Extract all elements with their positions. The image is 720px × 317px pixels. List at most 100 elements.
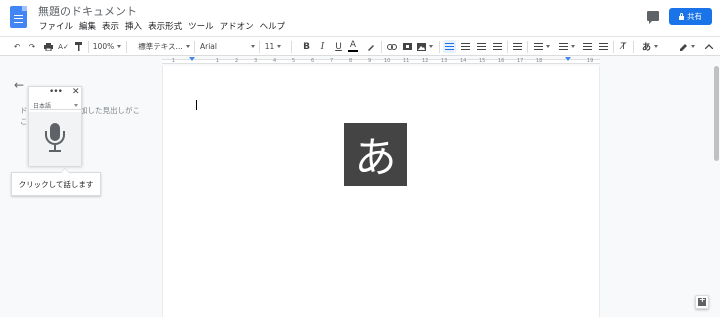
undo-icon[interactable]: ↶ <box>12 40 22 53</box>
scrollbar-thumb[interactable] <box>714 66 719 161</box>
lock-icon <box>679 12 684 20</box>
clear-formatting-icon[interactable]: T̸ <box>618 40 629 53</box>
ruler-label: 14 <box>460 58 467 64</box>
menu-edit[interactable]: 編集 <box>76 20 99 32</box>
separator <box>439 41 440 53</box>
ime-indicator: あ <box>344 123 407 186</box>
ruler-label: 2 <box>235 58 239 64</box>
text-color-button[interactable]: A <box>348 40 358 52</box>
google-docs-window: 無題のドキュメント ファイル 編集 表示 挿入 表示形式 ツール アドオン ヘル… <box>0 0 720 317</box>
menubar: ファイル 編集 表示 挿入 表示形式 ツール アドオン ヘルプ <box>36 20 288 32</box>
redo-icon[interactable]: ↷ <box>27 40 37 53</box>
microphone-button[interactable] <box>29 112 81 166</box>
comment-icon[interactable] <box>647 11 659 24</box>
style-value: 標準テキス... <box>138 42 183 51</box>
voice-typing-tooltip: クリックして話します <box>11 168 101 196</box>
ruler-label: 5 <box>292 58 296 64</box>
link-icon[interactable] <box>386 40 397 53</box>
ruler-label: 11 <box>403 58 410 64</box>
font-value: Arial <box>200 42 217 51</box>
ruler: 1 1 2 3 4 5 6 7 8 9 10 11 12 13 14 15 16… <box>162 56 600 66</box>
separator <box>633 41 634 53</box>
ruler-label: 12 <box>422 58 429 64</box>
menu-tools[interactable]: ツール <box>185 20 217 32</box>
vertical-scrollbar[interactable] <box>712 66 720 317</box>
separator <box>613 41 614 53</box>
justify-icon[interactable] <box>491 40 504 53</box>
close-icon[interactable]: ✕ <box>72 87 80 97</box>
bulleted-list-icon[interactable] <box>557 40 577 53</box>
menu-format[interactable]: 表示形式 <box>145 20 185 32</box>
decrease-indent-icon[interactable] <box>582 40 593 53</box>
docs-icon[interactable] <box>10 6 27 28</box>
ruler-label: 18 <box>536 58 543 64</box>
doc-title[interactable]: 無題のドキュメント <box>38 3 137 19</box>
zoom-value: 100% <box>92 42 115 51</box>
ruler-label: 4 <box>273 58 277 64</box>
separator <box>88 41 89 53</box>
microphone-icon <box>43 121 67 157</box>
font-select[interactable]: Arial <box>200 40 255 53</box>
ruler-label: 9 <box>368 58 372 64</box>
ruler-label: 6 <box>311 58 315 64</box>
zoom-select[interactable]: 100% <box>92 40 122 53</box>
left-indent-marker[interactable] <box>189 57 195 61</box>
ruler-label: 13 <box>441 58 448 64</box>
font-size-value: 11 <box>264 42 275 51</box>
menu-insert[interactable]: 挿入 <box>122 20 145 32</box>
separator <box>507 41 508 53</box>
share-button[interactable]: 共有 <box>669 8 712 25</box>
ruler-label: 16 <box>498 58 505 64</box>
bold-button[interactable]: B <box>302 40 311 53</box>
collapse-icon[interactable] <box>703 40 715 53</box>
ruler-label: 8 <box>349 58 353 64</box>
menu-help[interactable]: ヘルプ <box>257 20 289 32</box>
highlight-pen-icon[interactable] <box>366 40 376 53</box>
document-page[interactable]: あ <box>162 66 600 317</box>
separator <box>194 41 195 53</box>
ruler-track <box>162 59 600 64</box>
input-tools-button[interactable]: あ <box>638 40 662 53</box>
numbered-list-icon[interactable] <box>532 40 552 53</box>
ruler-label: 1 <box>216 58 220 64</box>
paint-format-icon[interactable] <box>73 40 83 53</box>
ruler-label: 15 <box>479 58 486 64</box>
font-size-select[interactable]: 11 <box>262 40 284 53</box>
spellcheck-icon[interactable]: A✓ <box>58 40 69 53</box>
separator <box>126 41 127 53</box>
align-left-icon[interactable] <box>443 40 456 53</box>
style-select[interactable]: 標準テキス... <box>137 40 191 53</box>
more-icon[interactable]: ••• <box>49 87 63 97</box>
separator <box>291 41 292 53</box>
align-right-icon[interactable] <box>475 40 488 53</box>
increase-indent-icon[interactable] <box>598 40 609 53</box>
voice-typing-header: ••• ✕ <box>29 87 83 100</box>
separator <box>381 41 382 53</box>
ruler-label: 19 <box>587 58 594 64</box>
insert-image-icon[interactable] <box>416 40 434 53</box>
ruler-label: 17 <box>517 58 524 64</box>
explore-button[interactable] <box>695 295 709 309</box>
ruler-label: 7 <box>330 58 334 64</box>
pen-icon[interactable] <box>677 40 697 53</box>
menu-view[interactable]: 表示 <box>99 20 122 32</box>
explore-icon <box>698 295 706 306</box>
insert-comment-icon[interactable] <box>402 40 412 53</box>
print-icon[interactable] <box>42 40 54 53</box>
back-arrow-icon[interactable]: ← <box>14 78 24 92</box>
line-spacing-icon[interactable] <box>512 40 523 53</box>
toolbar: ↶ ↷ A✓ 100% 標準テキス... Arial 11 B I U A T̸… <box>0 36 720 56</box>
voice-language-select[interactable]: 日本語 <box>30 101 81 110</box>
menu-file[interactable]: ファイル <box>36 20 76 32</box>
ruler-label: 1 <box>172 58 176 64</box>
separator <box>259 41 260 53</box>
menu-addons[interactable]: アドオン <box>217 20 257 32</box>
right-indent-marker[interactable] <box>565 57 571 61</box>
voice-language-value: 日本語 <box>33 103 52 110</box>
align-center-icon[interactable] <box>459 40 472 53</box>
underline-button[interactable]: U <box>334 40 343 53</box>
italic-button[interactable]: I <box>318 40 327 53</box>
separator <box>527 41 528 53</box>
input-tool-label: あ <box>641 43 651 53</box>
header: 無題のドキュメント ファイル 編集 表示 挿入 表示形式 ツール アドオン ヘル… <box>0 0 720 36</box>
